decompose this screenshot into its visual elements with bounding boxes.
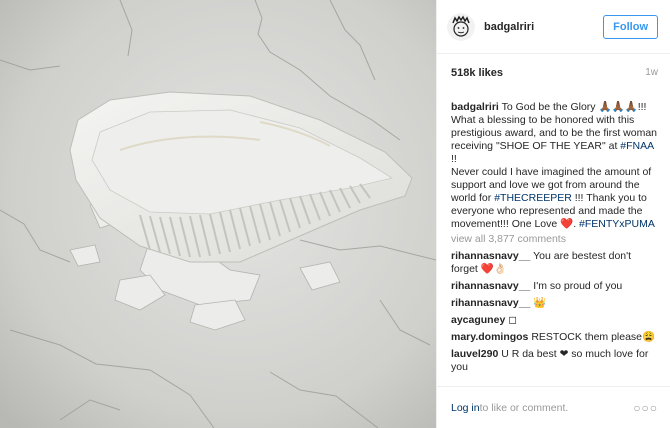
comment: mary.domingos RESTOCK them please😩 xyxy=(451,331,658,344)
comment: rihannasnavy__ 👑 xyxy=(451,297,658,310)
login-link[interactable]: Log in xyxy=(451,402,480,414)
caption-text-3: !! xyxy=(451,153,457,165)
comment: rihannasnavy__ You are bestest don't for… xyxy=(451,250,658,276)
comments-section: badgalriri To God be the Glory 🙏🏾🙏🏾🙏🏾!!!… xyxy=(437,92,670,374)
caption-username[interactable]: badgalriri xyxy=(451,101,499,113)
post-age[interactable]: 1w xyxy=(645,67,658,92)
hashtag-fnaa[interactable]: #FNAA xyxy=(620,140,653,152)
post-footer: Log in to like or comment. ○○○ xyxy=(437,386,670,428)
comment-username[interactable]: aycaguney xyxy=(451,314,505,326)
comment-text: RESTOCK them please😩 xyxy=(528,331,656,343)
avatar[interactable] xyxy=(447,12,475,41)
post-username[interactable]: badgalriri xyxy=(484,21,603,33)
hashtag-fentyxpuma[interactable]: #FENTYxPUMA xyxy=(579,218,655,230)
post-stats: 518k likes 1w xyxy=(437,54,670,92)
comment-text: ◻ xyxy=(505,314,517,326)
comment: rihannasnavy__ I'm so proud of you xyxy=(451,280,658,293)
comment-username[interactable]: rihannasnavy__ xyxy=(451,297,530,309)
more-options-icon[interactable]: ○○○ xyxy=(633,401,658,415)
comment: lauvel290 U R da best ❤ so much love for… xyxy=(451,348,658,374)
comment-username[interactable]: mary.domingos xyxy=(451,331,528,343)
comment: aycaguney ◻ xyxy=(451,314,658,327)
caption-text-0: To God be the Glory xyxy=(498,101,599,113)
comment-text: I'm so proud of you xyxy=(530,280,623,292)
instagram-post: badgalriri Follow 518k likes 1w badgalri… xyxy=(0,0,670,428)
follow-button[interactable]: Follow xyxy=(603,14,658,39)
view-all-comments-link[interactable]: view all 3,877 comments xyxy=(451,233,658,246)
comment-username[interactable]: lauvel290 xyxy=(451,348,498,360)
comment-username[interactable]: rihannasnavy__ xyxy=(451,280,530,292)
post-caption: badgalriri To God be the Glory 🙏🏾🙏🏾🙏🏾!!!… xyxy=(451,101,658,231)
shoe-print-plaster-image xyxy=(0,0,436,428)
login-prompt-text: to like or comment. xyxy=(479,401,569,414)
post-photo[interactable] xyxy=(0,0,436,428)
post-side-panel: badgalriri Follow 518k likes 1w badgalri… xyxy=(436,0,670,428)
likes-count[interactable]: 518k likes xyxy=(451,67,503,92)
comment-text: 👑 xyxy=(530,297,547,309)
post-header: badgalriri Follow xyxy=(437,0,670,54)
comment-username[interactable]: rihannasnavy__ xyxy=(451,250,530,262)
hashtag-thecreeper[interactable]: #THECREEPER xyxy=(494,192,572,204)
